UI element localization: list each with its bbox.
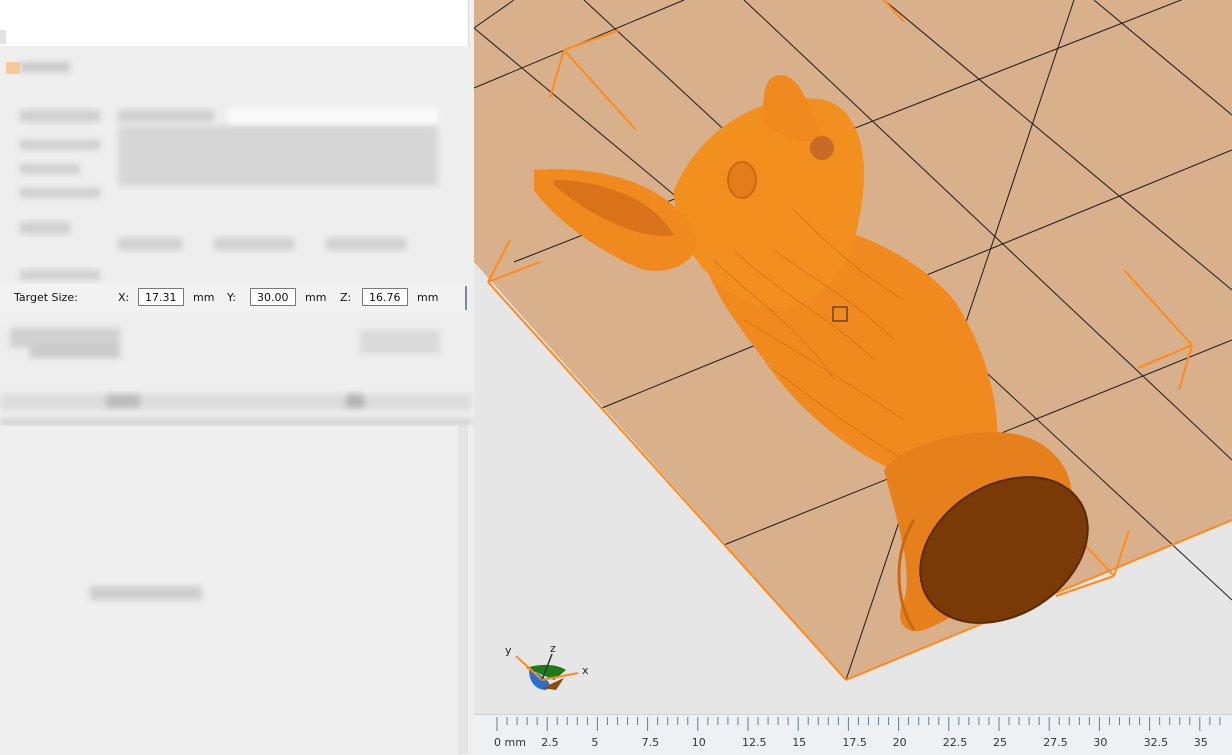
ruler-label: 30 — [1093, 736, 1108, 749]
panel-lower-area — [0, 426, 472, 754]
redacted-button — [90, 586, 202, 600]
ruler-label: 32.5 — [1143, 736, 1169, 749]
ruler-label: 12.5 — [742, 736, 767, 749]
x-label: X: — [118, 291, 130, 304]
gizmo-y-label: y — [505, 644, 512, 657]
orientation-gizmo-icon — [515, 653, 579, 690]
ruler-label: 10 — [691, 736, 706, 749]
ruler-label: 2.5 — [541, 736, 559, 749]
ruler-label: 20 — [892, 736, 907, 749]
ruler-label: 35 — [1193, 736, 1208, 749]
target-size-x-input[interactable]: 17.31 — [138, 288, 184, 306]
target-size-y-input[interactable]: 30.00 — [250, 288, 296, 306]
x-unit: mm — [193, 291, 215, 304]
z-label: Z: — [340, 291, 352, 304]
ruler-label: 5 — [591, 736, 599, 749]
ruler-label: 7.5 — [641, 736, 660, 749]
ruler-label: 0 mm — [494, 736, 526, 749]
panel-scrollbar[interactable] — [458, 426, 468, 754]
gizmo-z-label: z — [550, 642, 556, 655]
ruler-ticks — [496, 717, 1221, 731]
ruler-label: 25 — [993, 736, 1007, 749]
panel-edge — [0, 30, 6, 44]
settings-panel: Target Size: X: 17.31 mm Y: 30.00 mm Z: … — [0, 0, 474, 754]
ruler-label: 22.5 — [942, 736, 968, 749]
horizontal-ruler: 0 mm 2.5 5 7.5 10 12.5 15 17.5 20 22.5 25 27.5 30 32.… — [474, 714, 1232, 755]
y-unit: mm — [305, 291, 327, 304]
target-size-label: Target Size: — [14, 291, 78, 304]
z-unit: mm — [417, 291, 439, 304]
ruler-label: 17.5 — [842, 736, 867, 749]
panel-header-strip — [0, 0, 469, 46]
redacted-accent — [6, 62, 20, 74]
gizmo-x-label: x — [582, 664, 589, 677]
y-label: Y: — [227, 291, 236, 304]
target-size-row: Target Size: X: 17.31 mm Y: 30.00 mm Z: … — [0, 284, 468, 312]
settings-area — [0, 46, 472, 426]
panel-divider — [465, 286, 467, 310]
redacted-content — [0, 46, 472, 286]
ruler-label: 15 — [792, 736, 807, 749]
3d-viewport[interactable]: y z x — [474, 0, 1232, 714]
redacted-content-2 — [0, 314, 472, 426]
viewport-scene — [474, 0, 1232, 690]
ruler-label: 27.5 — [1043, 736, 1068, 749]
target-size-z-input[interactable]: 16.76 — [362, 288, 408, 306]
